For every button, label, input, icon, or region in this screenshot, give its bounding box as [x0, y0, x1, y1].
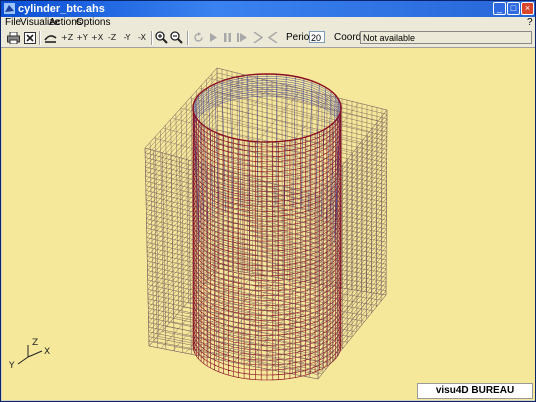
axis-triad: Z X Y [8, 338, 50, 371]
menu-help[interactable]: ? [527, 17, 533, 29]
menu-bar: File Visualize Actions Options ? [1, 17, 535, 29]
axis-y-label: Y [8, 361, 15, 371]
window-title: cylinder_btc.ahs [18, 3, 105, 15]
view-plus-y-button[interactable]: +Y [76, 31, 88, 45]
zoom-out-icon[interactable] [170, 31, 183, 44]
toolbar-separator [151, 31, 153, 45]
close-button[interactable]: × [521, 2, 534, 15]
view-minus-x-button[interactable]: -X [136, 31, 148, 45]
branding-label: visu4D BUREAU VERITAS [417, 383, 533, 400]
menu-options[interactable]: Options [76, 17, 110, 29]
app-icon [4, 3, 15, 14]
view-plus-z-button[interactable]: +Z [61, 31, 73, 45]
maximize-button[interactable]: □ [507, 2, 520, 15]
minimize-button[interactable]: _ [493, 2, 506, 15]
reload-icon[interactable] [193, 32, 204, 43]
axis-z-label: Z [32, 338, 38, 348]
toolbar-separator [39, 31, 41, 45]
view-minus-z-button[interactable]: -Z [106, 31, 118, 45]
title-bar[interactable]: cylinder_btc.ahs _ □ × [1, 1, 535, 17]
zoom-in-icon[interactable] [155, 31, 168, 44]
app-window: cylinder_btc.ahs _ □ × File Visualize Ac… [0, 0, 536, 402]
play-icon[interactable] [209, 33, 218, 42]
axis-x-label: X [44, 347, 50, 357]
mesh-scene[interactable]: Z X Y [2, 48, 535, 400]
3d-viewport[interactable]: Z X Y visu4D BUREAU VERITAS [2, 48, 535, 400]
menu-file[interactable]: File [5, 17, 21, 29]
step-forward-icon[interactable] [237, 33, 247, 42]
toolbar-separator [187, 31, 189, 45]
close-view-icon[interactable] [24, 32, 36, 44]
coords-field: Not available [360, 31, 532, 44]
next-icon[interactable] [253, 32, 263, 43]
rotate-view-icon[interactable] [44, 32, 57, 44]
print-icon[interactable] [7, 32, 20, 44]
box-mesh-back [144, 67, 388, 380]
previous-icon[interactable] [268, 32, 278, 43]
view-minus-y-button[interactable]: -Y [121, 31, 133, 45]
view-plus-x-button[interactable]: +X [91, 31, 103, 45]
period-input[interactable]: 20 [309, 31, 325, 43]
toolbar: +Z +Y +X -Z -Y -X Period 20 Coords Not a… [1, 29, 535, 48]
pause-icon[interactable] [223, 33, 232, 42]
